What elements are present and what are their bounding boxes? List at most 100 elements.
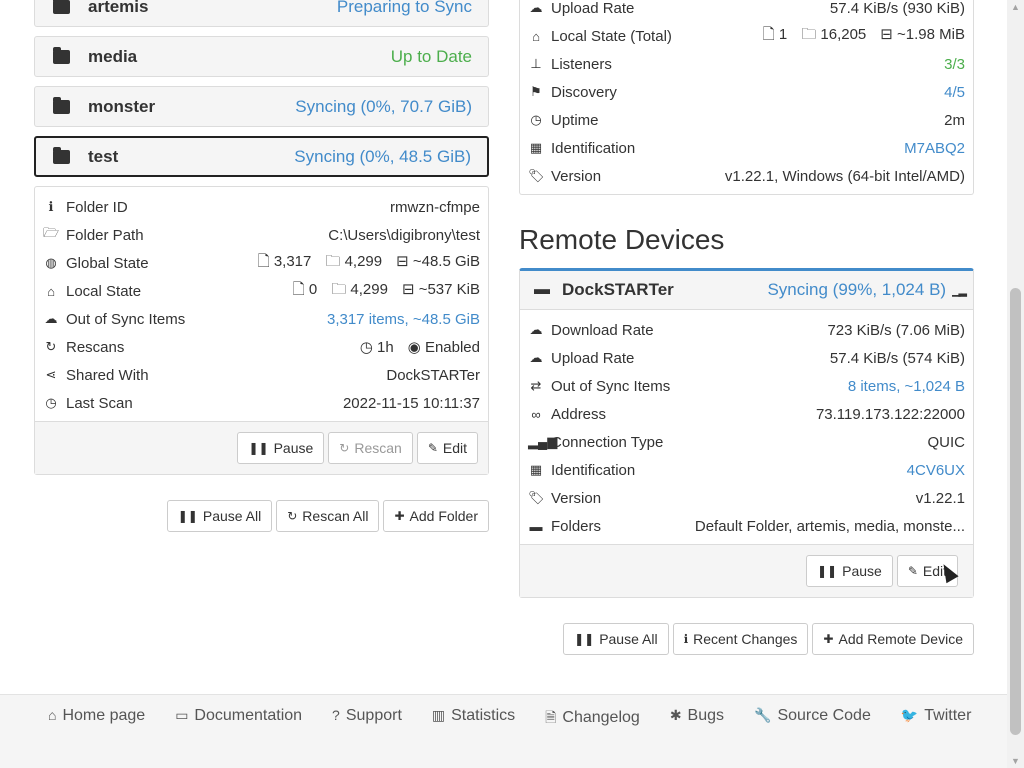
connection-type-label: Connection Type [551, 433, 664, 451]
connection-type-value: QUIC [927, 433, 966, 451]
address-label: Address [551, 405, 607, 423]
folder-panel-monster[interactable]: monster Syncing (0%, 70.7 GiB) [34, 86, 489, 127]
device-folders-label: Folders [551, 517, 602, 535]
globe-icon: ◍ [45, 255, 57, 270]
file-icon: 🗋 [292, 280, 305, 298]
pause-folder-button[interactable]: ❚❚ Pause [237, 432, 325, 464]
file-icon: 🗋 [762, 25, 775, 43]
clock-icon: ◷ [359, 339, 373, 356]
sitemap-icon: ⊥ [530, 56, 542, 71]
rescans-label: Rescans [66, 338, 125, 356]
address-value: 73.119.173.122:22000 [815, 405, 965, 423]
pause-all-devices-button[interactable]: ❚❚ Pause All [563, 623, 669, 655]
device-identification-link[interactable]: 4CV6UX [907, 462, 965, 479]
device-status: Syncing (99%, 1,024 B) [767, 280, 947, 299]
device-identification-label: Identification [551, 461, 636, 479]
discovery-row: ⚑ Discovery 4/5 [528, 78, 965, 106]
support-link[interactable]: ? Support [332, 707, 402, 731]
rescans-value: ◷ 1h ◉ Enabled [360, 338, 480, 356]
device-out-of-sync-row: ⇄ Out of Sync Items 8 items, ~1,024 B [528, 372, 965, 400]
device-version-row: 🏷 Version v1.22.1 [528, 484, 965, 512]
listeners-link[interactable]: 3/3 [944, 56, 965, 73]
download-rate-label: Download Rate [551, 321, 654, 339]
version-label: Version [551, 167, 602, 185]
folder-id-row: ℹ Folder ID rmwzn-cfmpe [43, 193, 480, 221]
local-files: 0 [308, 280, 318, 298]
global-state-value: 🗋 3,317 🗀 4,299 ⊟ ~48.5 GiB [258, 251, 480, 276]
folder-panel-test[interactable]: test Syncing (0%, 48.5 GiB) [34, 136, 489, 177]
home-page-link[interactable]: ⌂ Home page [48, 707, 145, 731]
folder-path-label: Folder Path [66, 226, 144, 244]
global-files: 3,317 [273, 252, 312, 270]
folder-icon: 🗀 [801, 25, 817, 43]
scroll-down-arrow-icon[interactable]: ▼ [1011, 756, 1020, 766]
discovery-link[interactable]: 4/5 [944, 84, 965, 101]
folder-details-test: ℹ Folder ID rmwzn-cfmpe 🗁 Folder Path C:… [34, 186, 489, 475]
uptime-label: Uptime [551, 111, 599, 129]
pause-device-button[interactable]: ❚❚ Pause [806, 555, 893, 587]
uptime-value: 2m [944, 111, 965, 129]
statistics-link[interactable]: ▥ Statistics [432, 707, 515, 731]
cloud-download-icon: ☁ [529, 322, 543, 337]
folder-path-row: 🗁 Folder Path C:\Users\digibrony\test [43, 221, 480, 249]
rescans-row: ↻ Rescans ◷ 1h ◉ Enabled [43, 333, 480, 361]
add-folder-button[interactable]: ✚ Add Folder [383, 500, 489, 532]
pause-all-devices-label: Pause All [599, 631, 658, 647]
rescan-folder-button[interactable]: ↻ Rescan [328, 432, 413, 464]
identification-link[interactable]: M7ABQ2 [904, 140, 965, 157]
local-state-total-label: Local State (Total) [551, 27, 672, 45]
folder-panel-artemis[interactable]: artemis Preparing to Sync [34, 0, 489, 27]
file-text-icon: 🗎 [545, 709, 557, 725]
shared-with-value: DockSTARTer [386, 366, 480, 384]
folder-status: Up to Date [390, 46, 472, 66]
out-of-sync-link[interactable]: 3,317 items, ~48.5 GiB [327, 311, 480, 328]
signal-icon: ▁▂ [952, 284, 967, 297]
hdd-icon: ⊟ [880, 25, 893, 43]
folder-open-icon: 🗁 [43, 225, 60, 240]
edit-folder-button[interactable]: ✎ Edit [416, 432, 478, 464]
listeners-label: Listeners [551, 55, 612, 73]
local-size: ~537 KiB [418, 280, 480, 298]
scroll-thumb[interactable] [1010, 288, 1021, 735]
device-upload-rate-value: 57.4 KiB/s (574 KiB) [829, 349, 965, 367]
pause-all-label: Pause All [202, 508, 262, 524]
link-icon: ∞ [531, 406, 541, 422]
pause-all-folders-button[interactable]: ❚❚ Pause All [166, 500, 273, 532]
folder-icon [53, 96, 70, 114]
remote-devices-heading: Remote Devices [519, 224, 725, 255]
add-remote-device-button[interactable]: ✚ Add Remote Device [812, 623, 974, 655]
folder-icon [53, 146, 70, 164]
uptime-row: ◷ Uptime 2m [528, 106, 965, 134]
changelog-link[interactable]: 🗎 Changelog [545, 707, 640, 731]
device-identification-row: ▦ Identification 4CV6UX [528, 456, 965, 484]
folder-name: artemis [88, 0, 149, 16]
out-of-sync-row: ☁ Out of Sync Items 3,317 items, ~48.5 G… [43, 305, 481, 333]
device-header-dockstarter[interactable]: ▬ DockSTARTer Syncing (99%, 1,024 B) ▁▂ [519, 268, 974, 310]
rescan-all-button[interactable]: ↻ Rescan All [276, 500, 380, 532]
folder-id-label: Folder ID [66, 198, 128, 216]
source-code-link[interactable]: 🔧 Source Code [754, 707, 871, 731]
documentation-link[interactable]: ▭ Documentation [175, 707, 302, 731]
folders-column: artemis Preparing to Sync media Up to Da… [34, 0, 489, 532]
pause-label: Pause [273, 440, 314, 456]
folder-global-actions: ❚❚ Pause All ↻ Rescan All ✚ Add Folder [34, 500, 489, 532]
source-code-label: Source Code [777, 707, 871, 724]
home-icon: ⌂ [532, 28, 540, 44]
bugs-link[interactable]: ✱ Bugs [670, 707, 724, 731]
identification-label: Identification [551, 139, 636, 157]
twitter-link[interactable]: 🐦 Twitter [901, 707, 972, 731]
pause-icon: ❚❚ [574, 632, 595, 646]
folder-panel-media[interactable]: media Up to Date [34, 36, 489, 77]
clock-icon: ◷ [45, 395, 57, 410]
recent-changes-button[interactable]: ℹ Recent Changes [672, 623, 809, 655]
device-out-of-sync-link[interactable]: 8 items, ~1,024 B [848, 378, 965, 395]
scroll-up-arrow-icon[interactable]: ▲ [1011, 2, 1020, 12]
home-icon: ⌂ [48, 707, 57, 723]
info-icon: ℹ [48, 199, 54, 214]
eye-icon: ◉ [407, 339, 421, 356]
device-details: ☁ Download Rate 723 KiB/s (7.06 MiB) ☁ U… [519, 310, 974, 598]
pause-icon: ❚❚ [248, 441, 269, 455]
remote-device-panel: ▬ DockSTARTer Syncing (99%, 1,024 B) ▁▂ … [519, 268, 974, 598]
device-upload-rate-label: Upload Rate [551, 349, 635, 367]
page-scrollbar[interactable]: ▲ ▼ [1007, 0, 1024, 768]
